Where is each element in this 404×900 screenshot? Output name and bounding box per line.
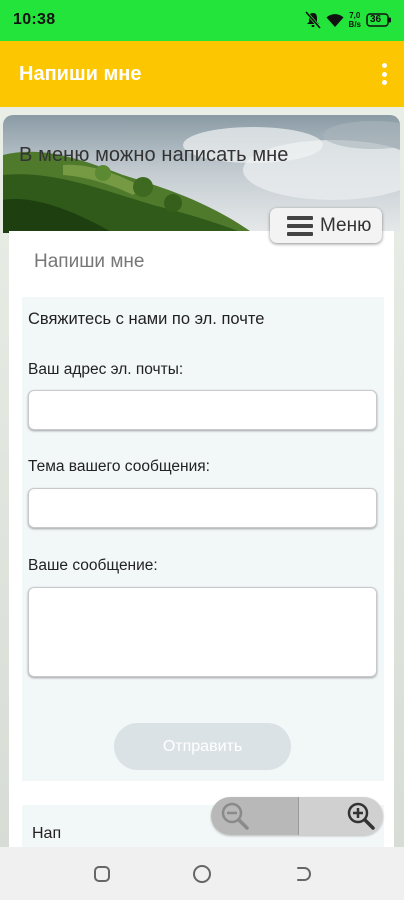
status-time: 10:38 — [13, 11, 56, 28]
form-heading: Свяжитесь с нами по эл. почте — [28, 310, 265, 328]
recent-apps-button[interactable] — [91, 863, 113, 885]
recent-apps-icon — [94, 866, 110, 882]
message-label: Ваше сообщение: — [28, 557, 158, 574]
back-icon — [297, 867, 312, 881]
status-icons: 7,0 B/s 36 — [304, 10, 392, 30]
mute-icon — [304, 11, 321, 29]
home-icon — [193, 865, 211, 883]
home-button[interactable] — [191, 863, 213, 885]
menu-button-label: Меню — [320, 214, 372, 236]
second-panel-label: Нап — [32, 825, 62, 842]
subject-label: Тема вашего сообщения: — [28, 458, 210, 475]
menu-button[interactable]: Меню — [270, 208, 382, 243]
zoom-in-button[interactable] — [298, 797, 383, 835]
battery-icon: 36 — [366, 13, 392, 27]
email-label: Ваш адрес эл. почты: — [28, 361, 184, 378]
network-speed-value: 7,0 — [349, 11, 361, 20]
app-bar: Напиши мне — [0, 41, 404, 107]
zoom-out-button[interactable] — [211, 797, 298, 835]
email-field[interactable] — [28, 390, 377, 430]
overflow-menu-icon[interactable] — [378, 63, 390, 85]
zoom-out-icon — [221, 802, 249, 830]
hamburger-icon — [287, 215, 313, 236]
message-field[interactable] — [28, 587, 377, 677]
app-title: Напиши мне — [19, 63, 142, 85]
main-card: Напиши мне Свяжитесь с нами по эл. почте… — [9, 231, 394, 847]
signal-icon: 7,0 B/s — [349, 11, 361, 29]
page-title: Напиши мне — [34, 251, 145, 272]
submit-button[interactable]: Отправить — [114, 723, 291, 770]
subject-field[interactable] — [28, 488, 377, 528]
banner-text: В меню можно написать мне — [19, 144, 289, 166]
navigation-bar — [0, 847, 404, 900]
zoom-in-icon — [347, 802, 375, 830]
content-area[interactable]: В меню можно написать мне Напиши мне Свя… — [0, 107, 404, 847]
zoom-control — [211, 797, 383, 835]
network-speed-unit: B/s — [348, 20, 361, 29]
wifi-icon — [326, 12, 344, 28]
back-button[interactable] — [292, 863, 314, 885]
status-bar: 10:38 7,0 B/s 36 — [0, 0, 404, 41]
battery-level: 36 — [370, 14, 382, 25]
contact-form: Свяжитесь с нами по эл. почте Ваш адрес … — [22, 297, 384, 781]
